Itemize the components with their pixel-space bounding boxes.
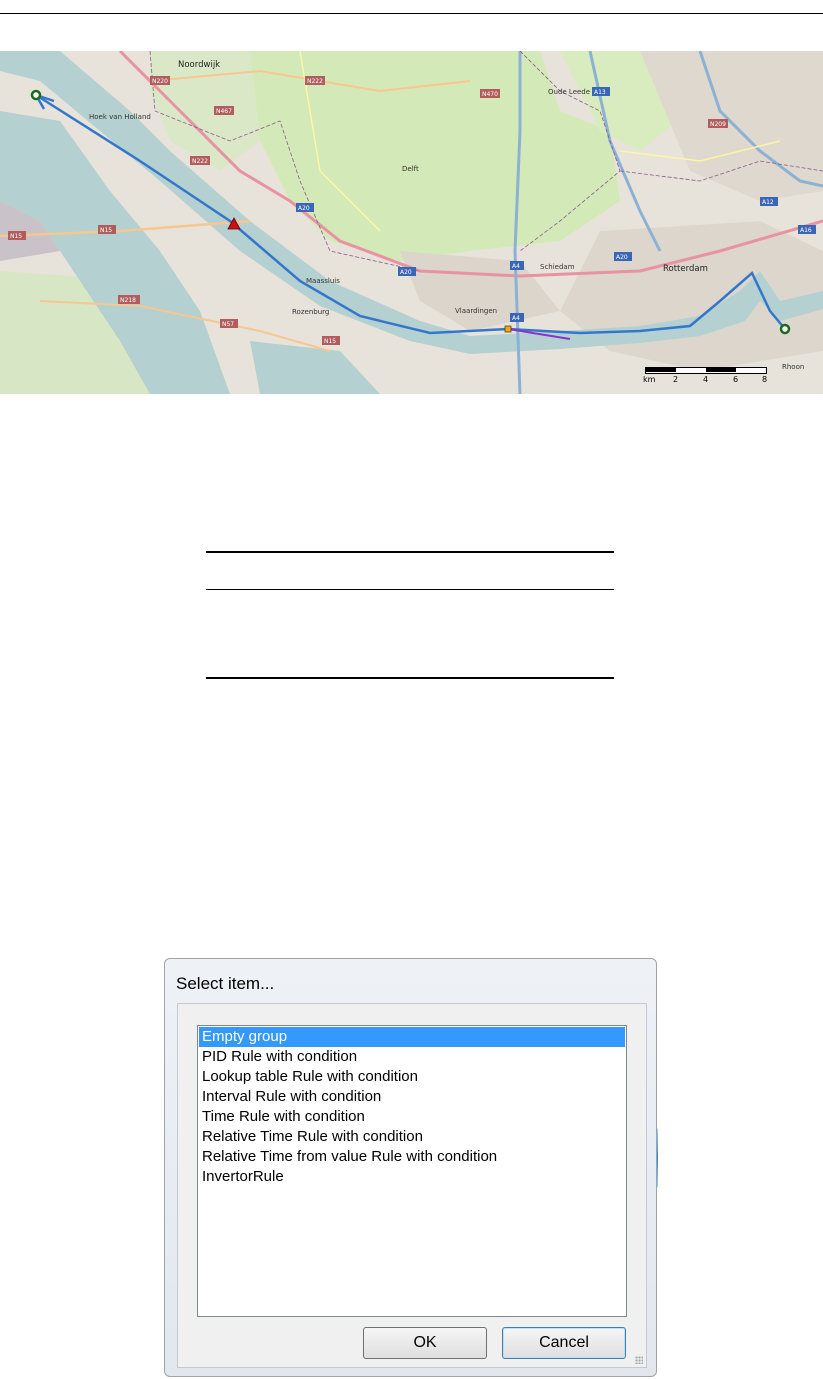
road-shield-n15: N15: [8, 231, 26, 240]
road-shield-a4b: A4: [510, 313, 524, 322]
svg-text:N15: N15: [324, 338, 336, 345]
svg-text:N222: N222: [192, 158, 208, 165]
road-shield-n222b: N222: [190, 156, 210, 165]
scale-tick-8: 8: [762, 375, 768, 384]
list-item[interactable]: Time Rule with condition: [199, 1107, 625, 1127]
road-shield-a20b: A20: [398, 267, 416, 276]
table-top-rule: [206, 551, 614, 553]
scale-tick-2: 2: [673, 375, 679, 384]
start-node-icon[interactable]: [30, 89, 42, 101]
svg-text:N57: N57: [222, 321, 234, 328]
road-shield-n467: N467: [214, 106, 234, 115]
map-label-hoekvanholland: Hoek van Holland: [89, 113, 151, 121]
map-view[interactable]: Noordwijk Hoek van Holland Oude Leede De…: [0, 51, 823, 394]
road-shield-n470: N470: [480, 89, 500, 98]
resize-grip-icon[interactable]: [635, 1356, 643, 1364]
scale-tick-4: 4: [703, 375, 709, 384]
list-item[interactable]: Relative Time Rule with condition: [199, 1127, 625, 1147]
list-item[interactable]: Interval Rule with condition: [199, 1087, 625, 1107]
svg-text:N470: N470: [482, 91, 498, 98]
svg-text:N467: N467: [216, 108, 232, 115]
map-canvas[interactable]: Noordwijk Hoek van Holland Oude Leede De…: [0, 51, 823, 394]
item-listbox[interactable]: Empty group PID Rule with condition Look…: [197, 1025, 627, 1317]
map-label-oudeleede: Oude Leede: [548, 88, 590, 96]
scale-tick-6: 6: [733, 375, 739, 384]
road-shield-n15b: N15: [98, 225, 116, 234]
svg-text:N220: N220: [152, 78, 168, 85]
cancel-button[interactable]: Cancel: [502, 1327, 626, 1359]
list-item[interactable]: Lookup table Rule with condition: [199, 1067, 625, 1087]
road-shield-n222: N222: [305, 76, 325, 85]
map-label-maassluis: Maassluis: [306, 277, 340, 285]
road-shield-n218: N218: [118, 295, 140, 304]
map-label-rozenburg: Rozenburg: [292, 308, 329, 316]
road-shield-n57: N57: [220, 319, 238, 328]
road-shield-n220: N220: [150, 76, 170, 85]
svg-text:N222: N222: [307, 78, 323, 85]
dialog-title: Select item...: [176, 974, 275, 993]
map-scale-bar: km 2 4 6 8: [643, 367, 768, 387]
scale-segment: [706, 367, 736, 372]
svg-text:A20: A20: [298, 205, 310, 212]
page-header-rule: [0, 13, 823, 14]
list-item[interactable]: Empty group: [199, 1027, 625, 1047]
list-item[interactable]: PID Rule with condition: [199, 1047, 625, 1067]
svg-text:A16: A16: [800, 227, 812, 234]
table-header-rule: [206, 589, 614, 590]
list-item[interactable]: InvertorRule: [199, 1167, 625, 1187]
svg-text:A12: A12: [762, 199, 774, 206]
map-label-vlaardingen: Vlaardingen: [455, 307, 497, 315]
road-shield-a20: A20: [296, 203, 314, 212]
road-shield-a16: A16: [798, 225, 816, 234]
end-node-icon[interactable]: [779, 323, 791, 335]
road-shield-a12: A12: [760, 197, 778, 206]
svg-text:A13: A13: [594, 89, 606, 96]
scale-unit: km: [643, 375, 656, 384]
svg-text:N218: N218: [120, 297, 136, 304]
select-item-dialog: Select item... Empty group PID Rule with…: [164, 958, 657, 1377]
svg-text:N209: N209: [710, 121, 726, 128]
road-shield-n15c: N15: [322, 336, 340, 345]
ok-button[interactable]: OK: [363, 1327, 487, 1359]
dialog-content-panel: Empty group PID Rule with condition Look…: [177, 1003, 647, 1368]
map-label-schiedam: Schiedam: [540, 263, 575, 271]
svg-text:A20: A20: [400, 269, 412, 276]
svg-text:A4: A4: [512, 263, 520, 270]
map-label-rotterdam: Rotterdam: [663, 264, 708, 274]
road-shield-a13: A13: [592, 87, 610, 96]
svg-text:A20: A20: [616, 254, 628, 261]
road-shield-a4: A4: [510, 261, 524, 270]
list-item[interactable]: Relative Time from value Rule with condi…: [199, 1147, 625, 1167]
map-label-noordwijk: Noordwijk: [178, 60, 220, 70]
svg-text:A4: A4: [512, 315, 520, 322]
map-label-delft: Delft: [402, 165, 419, 173]
map-label-rhoon: Rhoon: [782, 363, 804, 371]
road-shield-a20c: A20: [614, 252, 632, 261]
svg-text:N15: N15: [10, 233, 22, 240]
road-shield-n209: N209: [708, 119, 728, 128]
scale-segment: [646, 367, 676, 372]
table-bottom-rule: [206, 677, 614, 679]
svg-text:N15: N15: [100, 227, 112, 234]
structure-marker-icon[interactable]: [504, 325, 512, 333]
